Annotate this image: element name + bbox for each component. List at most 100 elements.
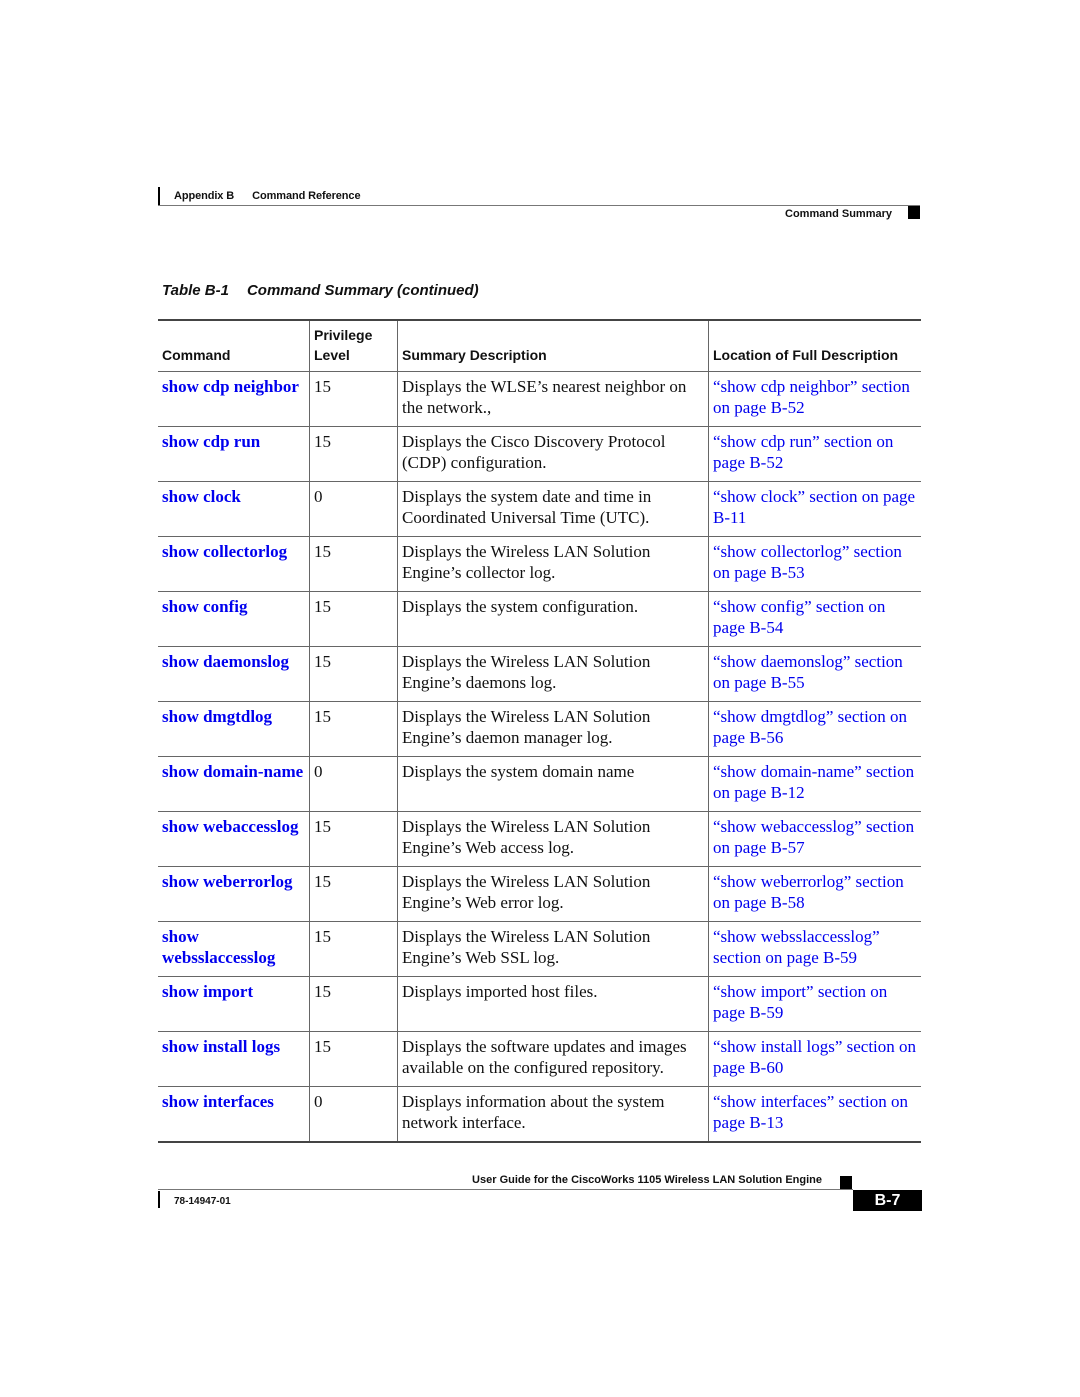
location-link[interactable]: “show cdp neighbor” section on page B-52	[713, 377, 910, 417]
location-link[interactable]: “show dmgtdlog” section on page B-56	[713, 707, 907, 747]
footer-margin-bar	[158, 1191, 160, 1208]
command-cell: show cdp neighbor	[158, 372, 310, 427]
location-link[interactable]: “show interfaces” section on page B-13	[713, 1092, 908, 1132]
command-link[interactable]: show cdp run	[162, 432, 260, 451]
table-row: show clock 0 Displays the system date and …	[158, 481, 921, 537]
command-link[interactable]: show clock	[162, 487, 241, 506]
summary-description-cell: Displays the Wireless LAN Solution Engin…	[397, 536, 709, 592]
summary-description-cell: Displays the Cisco Discovery Protocol (C…	[397, 426, 709, 482]
location-link[interactable]: “show weberrorlog” section on page B-58	[713, 872, 904, 912]
location-cell: “show clock” section on page B-11	[708, 481, 921, 537]
table-row: show domain-name 0 Displays the system dom…	[158, 756, 921, 812]
location-cell: “show daemonslog” section on page B-55	[708, 646, 921, 702]
command-cell: show webaccesslog	[158, 812, 310, 867]
location-link[interactable]: “show cdp run” section on page B-52	[713, 432, 893, 472]
table-caption-label: Table B-1	[162, 282, 229, 299]
privilege-line1: Privilege	[314, 327, 373, 343]
location-link[interactable]: “show config” section on page B-54	[713, 597, 885, 637]
table-header-row: Command Privilege Level Summary Descripti…	[158, 320, 921, 372]
location-link[interactable]: “show install logs” section on page B-60	[713, 1037, 916, 1077]
location-cell: “show import” section on page B-59	[708, 976, 921, 1032]
footer-doc-number: 78-14947-01	[174, 1196, 231, 1207]
location-cell: “show websslaccesslog” section on page B…	[708, 921, 921, 977]
table-row: show daemonslog 15 Displays the Wireless L…	[158, 646, 921, 702]
command-link[interactable]: show domain-name	[162, 762, 303, 781]
privilege-level-cell: 0	[309, 1086, 398, 1142]
location-link[interactable]: “show import” section on page B-59	[713, 982, 887, 1022]
privilege-level-cell: 0	[309, 756, 398, 812]
footer-marker	[840, 1176, 852, 1190]
location-link[interactable]: “show websslaccesslog” section on page B…	[713, 927, 880, 967]
command-link[interactable]: show dmgtdlog	[162, 707, 272, 726]
footer-guide-title: User Guide for the CiscoWorks 1105 Wirel…	[472, 1174, 822, 1186]
location-link[interactable]: “show daemonslog” section on page B-55	[713, 652, 903, 692]
command-link[interactable]: show daemonslog	[162, 652, 289, 671]
summary-description-cell: Displays the system domain name	[397, 756, 709, 812]
command-cell: show clock	[158, 482, 310, 537]
location-link[interactable]: “show collectorlog” section on page B-53	[713, 542, 902, 582]
command-link[interactable]: show weberrorlog	[162, 872, 292, 891]
command-link[interactable]: show install logs	[162, 1037, 280, 1056]
table-row: show import 15 Displays imported host file…	[158, 976, 921, 1032]
command-cell: show install logs	[158, 1032, 310, 1087]
command-link[interactable]: show webaccesslog	[162, 817, 298, 836]
summary-description-cell: Displays the Wireless LAN Solution Engin…	[397, 866, 709, 922]
command-cell: show websslaccesslog	[158, 922, 310, 977]
command-cell: show cdp run	[158, 427, 310, 482]
command-cell: show config	[158, 592, 310, 647]
summary-description-cell: Displays the WLSE’s nearest neighbor on …	[397, 371, 709, 427]
table-caption: Table B-1 Command Summary (continued)	[162, 282, 479, 299]
command-cell: show weberrorlog	[158, 867, 310, 922]
privilege-level-cell: 15	[309, 811, 398, 867]
privilege-level-cell: 15	[309, 976, 398, 1032]
command-link[interactable]: show cdp neighbor	[162, 377, 299, 396]
header-marker	[908, 206, 920, 219]
location-cell: “show collectorlog” section on page B-53	[708, 536, 921, 592]
command-cell: show dmgtdlog	[158, 702, 310, 757]
table-body: show cdp neighbor 15 Displays the WLSE’s n…	[158, 371, 921, 1142]
table-row: show collectorlog 15 Displays the Wireless…	[158, 536, 921, 592]
location-cell: “show weberrorlog” section on page B-58	[708, 866, 921, 922]
command-cell: show import	[158, 977, 310, 1032]
command-cell: show daemonslog	[158, 647, 310, 702]
table-row: show cdp neighbor 15 Displays the WLSE’s n…	[158, 371, 921, 427]
summary-description-cell: Displays information about the system ne…	[397, 1086, 709, 1142]
summary-description-cell: Displays the Wireless LAN Solution Engin…	[397, 646, 709, 702]
privilege-level-cell: 0	[309, 481, 398, 537]
command-link[interactable]: show interfaces	[162, 1092, 274, 1111]
table-row: show install logs 15 Displays the software…	[158, 1031, 921, 1087]
location-link[interactable]: “show clock” section on page B-11	[713, 487, 915, 527]
table-row: show weberrorlog 15 Displays the Wireless …	[158, 866, 921, 922]
location-cell: “show interfaces” section on page B-13	[708, 1086, 921, 1142]
command-link[interactable]: show config	[162, 597, 247, 616]
privilege-level-cell: 15	[309, 866, 398, 922]
running-header: Appendix B Command Reference	[174, 190, 361, 202]
privilege-level-cell: 15	[309, 536, 398, 592]
summary-description-cell: Displays the system configuration.	[397, 591, 709, 647]
header-rule	[158, 205, 920, 206]
command-summary-table: Command Privilege Level Summary Descripti…	[158, 319, 921, 1143]
privilege-line2: Level	[314, 347, 350, 363]
summary-description-cell: Displays the Wireless LAN Solution Engin…	[397, 921, 709, 977]
table-row: show websslaccesslog 15 Displays the Wirel…	[158, 921, 921, 977]
command-cell: show collectorlog	[158, 537, 310, 592]
table-row: show config 15 Displays the system configu…	[158, 591, 921, 647]
location-cell: “show config” section on page B-54	[708, 591, 921, 647]
location-cell: “show dmgtdlog” section on page B-56	[708, 701, 921, 757]
location-cell: “show cdp neighbor” section on page B-52	[708, 371, 921, 427]
footer-rule	[158, 1189, 853, 1190]
summary-description-cell: Displays the Wireless LAN Solution Engin…	[397, 701, 709, 757]
privilege-level-cell: 15	[309, 591, 398, 647]
command-link[interactable]: show websslaccesslog	[162, 927, 275, 967]
column-header-command: Command	[162, 347, 231, 363]
location-link[interactable]: “show domain-name” section on page B-12	[713, 762, 914, 802]
privilege-level-cell: 15	[309, 426, 398, 482]
location-link[interactable]: “show webaccesslog” section on page B-57	[713, 817, 914, 857]
command-link[interactable]: show collectorlog	[162, 542, 287, 561]
page-number: B-7	[853, 1190, 922, 1211]
command-link[interactable]: show import	[162, 982, 253, 1001]
header-margin-bar	[158, 187, 160, 206]
privilege-level-cell: 15	[309, 1031, 398, 1087]
table-row: show interfaces 0 Displays information abo…	[158, 1086, 921, 1142]
location-cell: “show domain-name” section on page B-12	[708, 756, 921, 812]
